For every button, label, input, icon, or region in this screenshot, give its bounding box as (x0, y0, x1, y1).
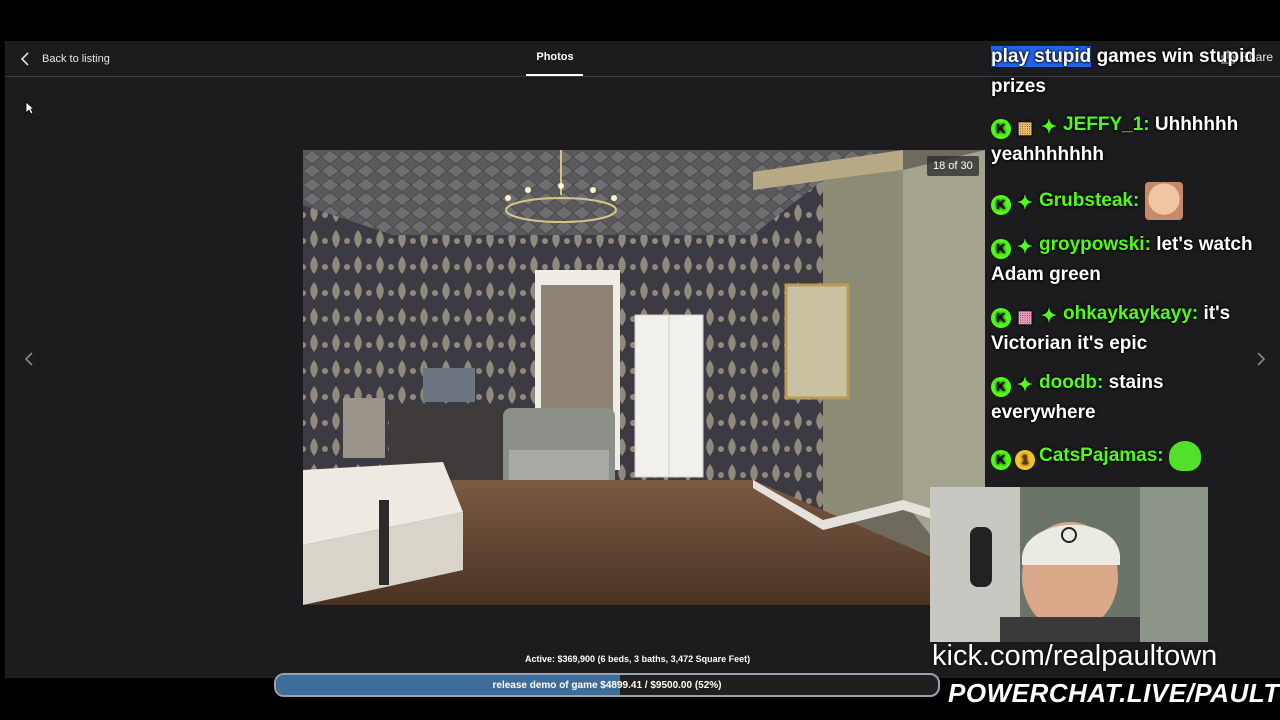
stream-chat-overlay: play stupid games win stupid prizes K ▦ ✦ J… (986, 42, 1280, 482)
previous-photo-button[interactable] (17, 347, 41, 371)
tab-active-indicator (526, 74, 583, 76)
emote-face-icon (1144, 182, 1183, 220)
chat-username: JEFFY_1: (1063, 114, 1150, 135)
kick-badge-icon: K (991, 239, 1011, 259)
chat-message: play stupid games win stupid prizes (991, 42, 1261, 102)
gift-badge-icon: ▦ (1017, 309, 1033, 326)
mouse-cursor-icon (25, 101, 35, 115)
chat-message: K ▦ ✦ JEFFY_1: Uhhhhhh yeahhhhhhh (991, 110, 1261, 170)
top-black-bar (0, 0, 1280, 41)
kick-badge-icon: K (991, 377, 1011, 397)
chevron-left-icon (24, 352, 33, 366)
back-to-listing-link[interactable]: Back to listing (20, 50, 110, 68)
chat-message: K ✦ groypowski: let's watch Adam green (991, 230, 1261, 290)
chat-message: K ▦ ✦ ohkaykaykayy: it's Victorian it's epi… (991, 299, 1261, 359)
chat-username: doodb: (1039, 372, 1104, 393)
listing-summary: Active: $369,900 (6 beds, 3 baths, 3,472… (525, 654, 751, 664)
subscriber-badge-icon: ✦ (1017, 193, 1033, 215)
kick-badge-icon: K (991, 308, 1011, 328)
chat-highlight: play stupid (991, 46, 1092, 67)
back-label: Back to listing (42, 53, 110, 65)
listing-photo: 18 of 30 (303, 150, 985, 605)
chat-message: K ✦ Grubsteak: (991, 182, 1261, 220)
subscriber-badge-icon: ✦ (1017, 237, 1033, 258)
kick-channel-url: kick.com/realpaultown (932, 640, 1218, 672)
kick-badge-icon: K (991, 195, 1011, 216)
photo-counter: 18 of 30 (927, 156, 979, 176)
subscriber-badge-icon: ✦ (1041, 306, 1057, 327)
chat-username: groypowski: (1039, 234, 1151, 255)
streamer-webcam (930, 487, 1208, 642)
chevron-left-icon (20, 52, 29, 66)
chat-username: CatsPajamas: (1039, 445, 1164, 467)
kick-badge-icon: K (991, 450, 1011, 471)
chat-message: K ✦ doodb: stains everywhere (991, 368, 1261, 428)
donation-goal-bar: release demo of game $4899.41 / $9500.00… (274, 673, 940, 697)
chat-message: K 1 CatsPajamas: (991, 441, 1261, 471)
emote-green-blob-icon (1168, 441, 1201, 471)
subscriber-badge-icon: ✦ (1041, 117, 1057, 138)
goal-label: release demo of game $4899.41 / $9500.00… (492, 679, 722, 691)
chat-username: Grubsteak: (1039, 190, 1140, 212)
webcam-feed-illustration (930, 487, 1208, 642)
subscriber-badge-icon: ✦ (1017, 375, 1033, 396)
bedroom-photo-illustration (303, 150, 985, 605)
kick-badge-icon: K (991, 119, 1011, 139)
subscriber-month-badge-icon: 1 (1015, 450, 1035, 471)
chat-username: ohkaykaykayy: (1063, 303, 1199, 324)
powerchat-banner: POWERCHAT.LIVE/PAULTOWN (948, 678, 1280, 708)
gift-badge-icon: ▦ (1017, 120, 1033, 137)
tab-photos[interactable]: Photos (525, 51, 585, 63)
